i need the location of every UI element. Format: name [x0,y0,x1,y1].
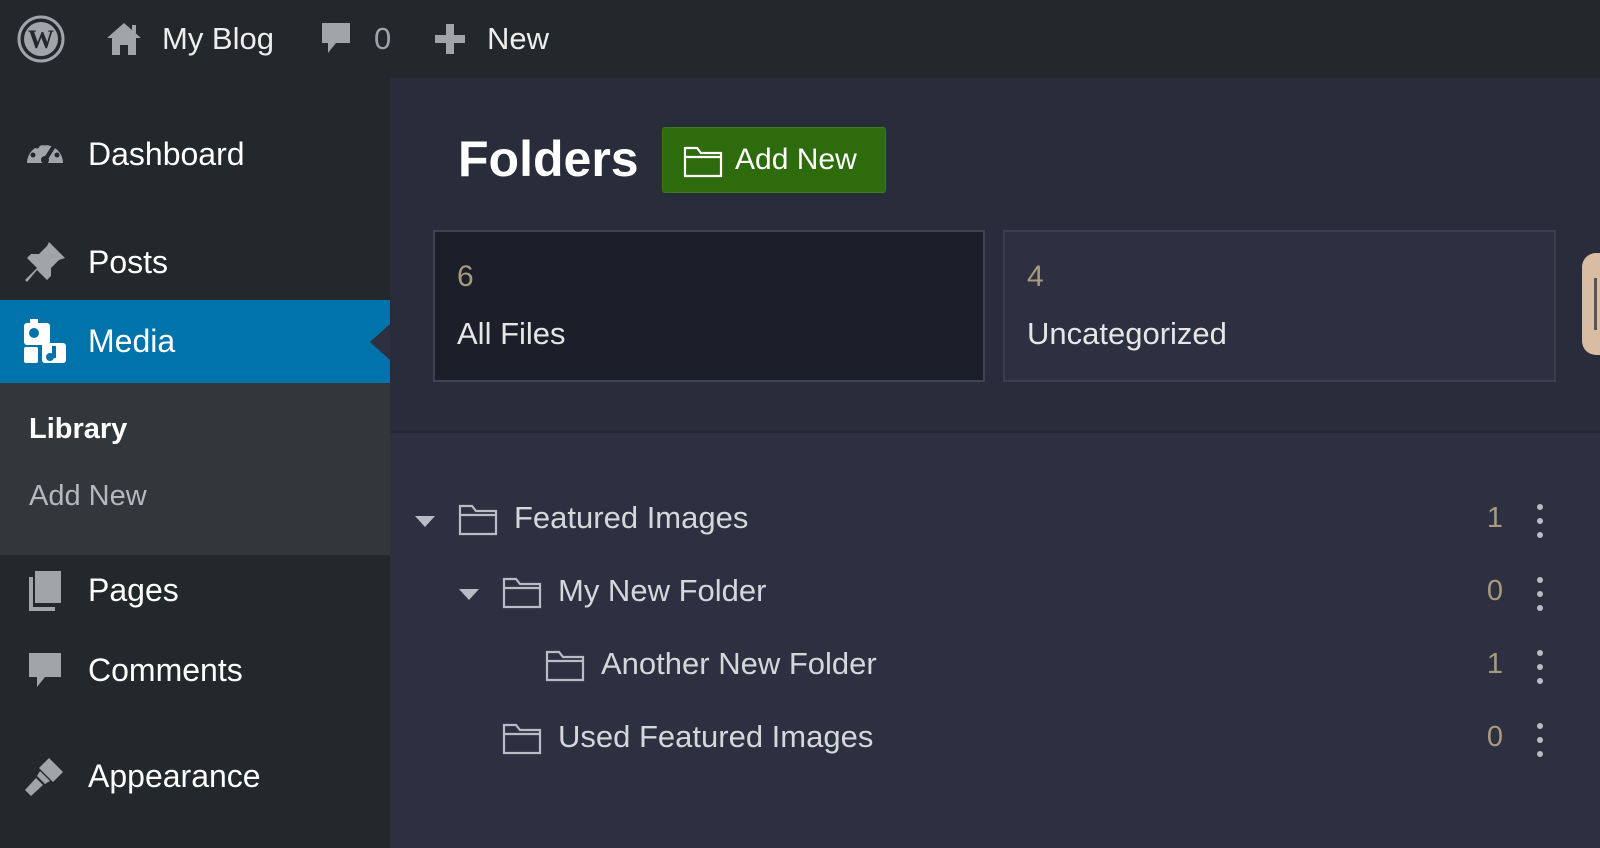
folders-header-panel: Folders Add New 6 All Files 4 Uncategori… [390,78,1600,433]
more-options-icon[interactable] [1535,504,1545,538]
pages-icon [22,567,68,613]
folder-tree-item[interactable]: Featured Images 1 [390,488,1600,554]
new-label: New [487,21,550,56]
home-icon [107,23,141,55]
site-name-link[interactable]: My Blog [104,0,274,78]
media-submenu: Library Add New [0,383,390,555]
site-name-label: My Blog [162,21,274,56]
sidebar-item-label: Appearance [88,757,261,794]
add-new-folder-button[interactable]: Add New [662,127,886,193]
svg-text:W: W [28,25,54,54]
folder-name: Another New Folder [601,646,877,681]
brush-icon [22,753,68,799]
uncategorized-box[interactable]: 4 Uncategorized [1003,230,1556,382]
folder-tree-item[interactable]: My New Folder 0 [390,561,1600,627]
folder-icon [502,577,542,609]
dashboard-icon [22,131,68,177]
all-files-box[interactable]: 6 All Files [433,230,985,382]
plus-icon [435,24,465,54]
expand-caret-icon[interactable] [415,516,435,527]
more-options-icon[interactable] [1535,650,1545,684]
sidebar-item-label: Comments [88,651,243,688]
more-options-icon[interactable] [1535,723,1545,757]
sidebar-item-label: Media [88,323,176,359]
page-title: Folders [458,131,639,187]
submenu-item-add-new[interactable]: Add New [29,480,147,513]
sidebar-item-media[interactable]: Media [0,300,390,383]
sidebar-item-posts[interactable]: Posts [0,222,390,302]
media-icon [22,318,68,365]
comment-bubble-icon [322,23,350,53]
sidebar-item-dashboard[interactable]: Dashboard [0,114,390,194]
submenu-item-library[interactable]: Library [29,413,127,446]
sidebar-item-label: Posts [88,243,169,280]
admin-bar: W My Blog 0 New [0,0,1600,78]
sidebar-item-appearance[interactable]: Appearance [0,736,390,816]
folder-tree-item[interactable]: Another New Folder 1 [390,634,1600,700]
main-content: Folders Add New 6 All Files 4 Uncategori… [390,78,1600,848]
stat-label: Uncategorized [1027,316,1227,351]
folder-name: Used Featured Images [558,719,874,754]
expand-caret-icon[interactable] [459,589,479,600]
sidebar-item-comments[interactable]: Comments [0,635,390,705]
side-drag-handle[interactable] [1582,253,1600,355]
add-new-label: Add New [735,143,857,176]
active-indicator-arrow [370,323,390,360]
wordpress-logo-button[interactable]: W [16,0,68,78]
sidebar-item-pages[interactable]: Pages [0,555,390,625]
folder-name: Featured Images [514,500,749,535]
more-options-icon[interactable] [1535,577,1545,611]
stat-count: 6 [457,260,474,293]
admin-sidebar: Dashboard Posts Media Library Add New Pa… [0,78,390,848]
folder-count: 1 [1486,502,1504,534]
new-content-link[interactable]: New [433,0,549,78]
stat-label: All Files [457,316,566,351]
folder-icon [545,650,585,682]
folder-icon [502,723,542,755]
folder-count: 0 [1486,575,1504,607]
wordpress-logo-icon: W [17,15,65,63]
comments-count: 0 [374,21,392,56]
pin-icon [22,239,68,285]
folder-icon [458,504,498,536]
stat-count: 4 [1027,260,1044,293]
comment-icon [22,647,68,693]
folder-name: My New Folder [558,573,767,608]
sidebar-item-label: Pages [88,571,179,608]
sidebar-item-label: Dashboard [88,135,245,172]
folder-count: 0 [1486,721,1504,753]
comments-link[interactable]: 0 [318,0,391,78]
folder-count: 1 [1486,648,1504,680]
folder-tree-item[interactable]: Used Featured Images 0 [390,707,1600,773]
folder-icon [683,146,723,178]
